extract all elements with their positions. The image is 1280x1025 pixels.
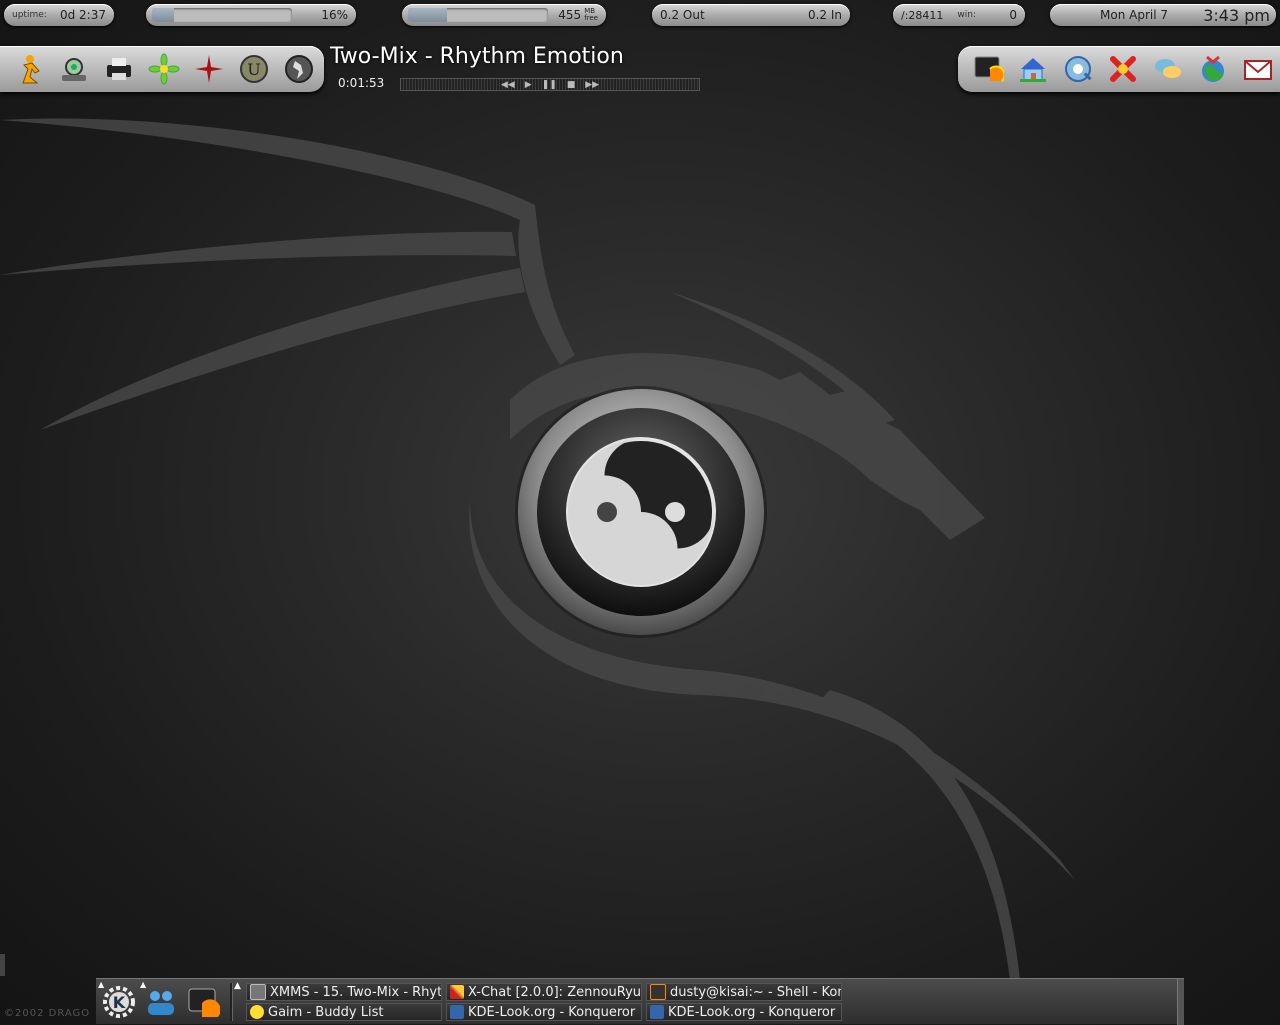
win-value: 0 [1009, 8, 1017, 22]
cpu-meter-fill [152, 8, 175, 22]
desktop-wallpaper [0, 118, 1075, 980]
task-button[interactable]: Gaim - Buddy List [246, 1003, 442, 1021]
task-button[interactable]: dusty@kisai:~ - Shell - Konsole [646, 983, 842, 1001]
svg-text:U: U [247, 60, 260, 79]
kde-gear-icon: K [103, 986, 135, 1018]
home-folder-icon[interactable] [1014, 50, 1052, 88]
network-scan-icon[interactable] [55, 50, 93, 88]
taskbar-right-handle[interactable] [1177, 979, 1184, 1025]
disk-widget: /:28411 win: 0 [893, 4, 1025, 26]
chat-bubbles-icon[interactable] [1149, 50, 1187, 88]
gaim-icon [250, 1005, 264, 1019]
kde-taskbar: K ▲ ▲ ▲ XMMS - 15. Two-Mix - Rhythm Emot… [96, 978, 1184, 1025]
xmms-elapsed-time: 0:01:53 [338, 76, 385, 90]
printer-icon[interactable] [100, 50, 138, 88]
memory-meter-fill [408, 8, 448, 22]
taskbar-scroll-arrow-icon[interactable]: ▲ [234, 981, 241, 991]
network-globe-icon[interactable] [1194, 50, 1232, 88]
uptime-label: uptime: [12, 10, 47, 20]
wallpaper-watermark: ©2002 DRAGO [4, 1008, 91, 1019]
xmms-song-title: Two-Mix - Rhythm Emotion [330, 44, 624, 69]
uptime-value: 0d 2:37 [59, 8, 106, 22]
task-button[interactable]: X-Chat [2.0.0]: ZennouRyuu [446, 983, 642, 1001]
cpu-widget: 16% [146, 4, 356, 26]
memory-widget: 455 MB free [402, 4, 606, 26]
mail-icon[interactable] [1239, 50, 1277, 88]
right-launcher-bar [958, 46, 1280, 92]
terminal-shell-icon[interactable] [970, 50, 1008, 88]
unreal-icon[interactable]: U [235, 50, 273, 88]
net-in: 0.2 In [807, 8, 842, 22]
terminal-icon [188, 988, 221, 1017]
kde-look-icon [650, 1005, 664, 1019]
xchat-icon[interactable] [1104, 50, 1142, 88]
task-label: Gaim - Buddy List [268, 1004, 384, 1020]
task-button[interactable]: KDE-Look.org - Konqueror [646, 1003, 842, 1021]
task-button[interactable]: KDE-Look.org - Konqueror [446, 1003, 642, 1021]
konsole-icon [650, 984, 666, 1000]
next-track-button[interactable]: ▶▶ [585, 80, 599, 90]
task-label: KDE-Look.org - Konqueror [468, 1004, 636, 1020]
net-out: 0.2 Out [660, 8, 705, 22]
disk-free: /:28411 [901, 8, 944, 22]
cpu-percent: 16% [321, 8, 348, 22]
xmms-icon [250, 984, 266, 1000]
memory-value: 455 [558, 8, 582, 22]
desktop-edge-handle[interactable] [0, 954, 5, 976]
kde-menu-button[interactable]: K [102, 985, 136, 1019]
cpu-meter [152, 8, 292, 22]
task-label: X-Chat [2.0.0]: ZennouRyuu [468, 984, 642, 1000]
flower-icon[interactable] [145, 50, 183, 88]
stop-button[interactable]: ■ [567, 80, 576, 90]
xmms-seek-bar[interactable]: ◀◀ ▶ ❚❚ ■ ▶▶ [400, 78, 700, 91]
svg-text:K: K [113, 993, 126, 1012]
taskbar-separator [230, 983, 233, 1021]
left-launcher-bar: U [0, 46, 324, 92]
aim-icon[interactable] [10, 50, 48, 88]
previous-track-button[interactable]: ◀◀ [501, 80, 515, 90]
uptime-widget: uptime: 0d 2:37 [4, 4, 114, 26]
date-text: Mon April 7 [1100, 8, 1168, 22]
pause-button[interactable]: ❚❚ [542, 80, 557, 90]
network-users-icon [148, 991, 174, 1015]
yin-yang-icon [566, 437, 716, 587]
quake-icon[interactable] [190, 50, 228, 88]
network-tools-button[interactable] [144, 985, 178, 1019]
win-label: win: [957, 10, 977, 20]
memory-meter [408, 8, 548, 22]
memory-free-label: free [584, 14, 598, 22]
network-menu-arrow-icon[interactable]: ▲ [140, 980, 146, 989]
task-label: dusty@kisai:~ - Shell - Konsole [670, 984, 841, 1000]
control-center-icon[interactable] [1059, 50, 1097, 88]
kde-look-icon [450, 1005, 464, 1019]
konsole-launcher-button[interactable] [186, 985, 221, 1019]
task-label: XMMS - 15. Two-Mix - Rhythm Emotion [270, 984, 442, 1000]
time-text: 3:43 pm [1203, 5, 1270, 25]
network-widget: 0.2 Out 0.2 In [652, 4, 850, 26]
kde-menu-arrow-icon[interactable]: ▲ [98, 980, 104, 989]
task-label: KDE-Look.org - Konqueror [668, 1004, 836, 1020]
clock-widget[interactable]: Mon April 7 3:43 pm [1050, 4, 1276, 26]
counter-strike-icon[interactable] [280, 50, 318, 88]
xchat-small-icon [450, 985, 464, 999]
play-button[interactable]: ▶ [525, 80, 532, 90]
task-button[interactable]: XMMS - 15. Two-Mix - Rhythm Emotion [246, 983, 442, 1001]
